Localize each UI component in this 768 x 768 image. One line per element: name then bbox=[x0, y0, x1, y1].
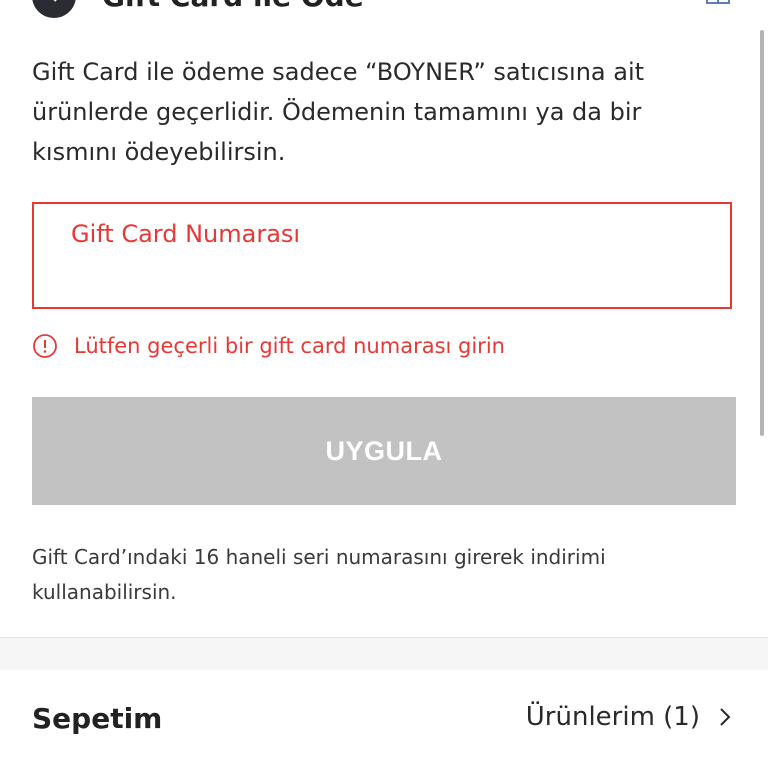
section-spacer bbox=[0, 638, 768, 670]
gift-card-hint: Gift Card’ındaki 16 haneli seri numarası… bbox=[32, 545, 606, 604]
my-products-link[interactable]: Ürünlerim (1) bbox=[526, 702, 732, 732]
apply-button[interactable]: UYGULA bbox=[32, 397, 736, 505]
my-products-label: Ürünlerim (1) bbox=[525, 702, 700, 732]
back-chevron-icon bbox=[53, 0, 57, 2]
scrollbar[interactable] bbox=[760, 30, 764, 436]
back-button[interactable] bbox=[32, 0, 76, 18]
cart-bar: Sepetim Ürünlerim (1) bbox=[0, 670, 768, 768]
gift-card-description: Gift Card ile ödeme sadece “BOYNER” satı… bbox=[32, 58, 645, 166]
alert-circle-icon bbox=[33, 334, 57, 358]
gift-icon bbox=[706, 0, 730, 4]
chevron-right-icon bbox=[720, 708, 731, 726]
gift-card-number-label: Gift Card Numarası bbox=[71, 220, 301, 248]
header: Gift Card ile Öde bbox=[32, 0, 736, 18]
gift-card-number-field[interactable]: Gift Card Numarası bbox=[32, 202, 732, 309]
gift-card-payment-screen: Gift Card ile Öde Gift Card ile ödeme sa… bbox=[0, 0, 768, 768]
validation-error: Lütfen geçerli bir gift card numarası gi… bbox=[32, 333, 505, 359]
error-message: Lütfen geçerli bir gift card numarası gi… bbox=[74, 334, 505, 358]
cart-title: Sepetim bbox=[32, 702, 163, 735]
page-title: Gift Card ile Öde bbox=[102, 0, 364, 13]
